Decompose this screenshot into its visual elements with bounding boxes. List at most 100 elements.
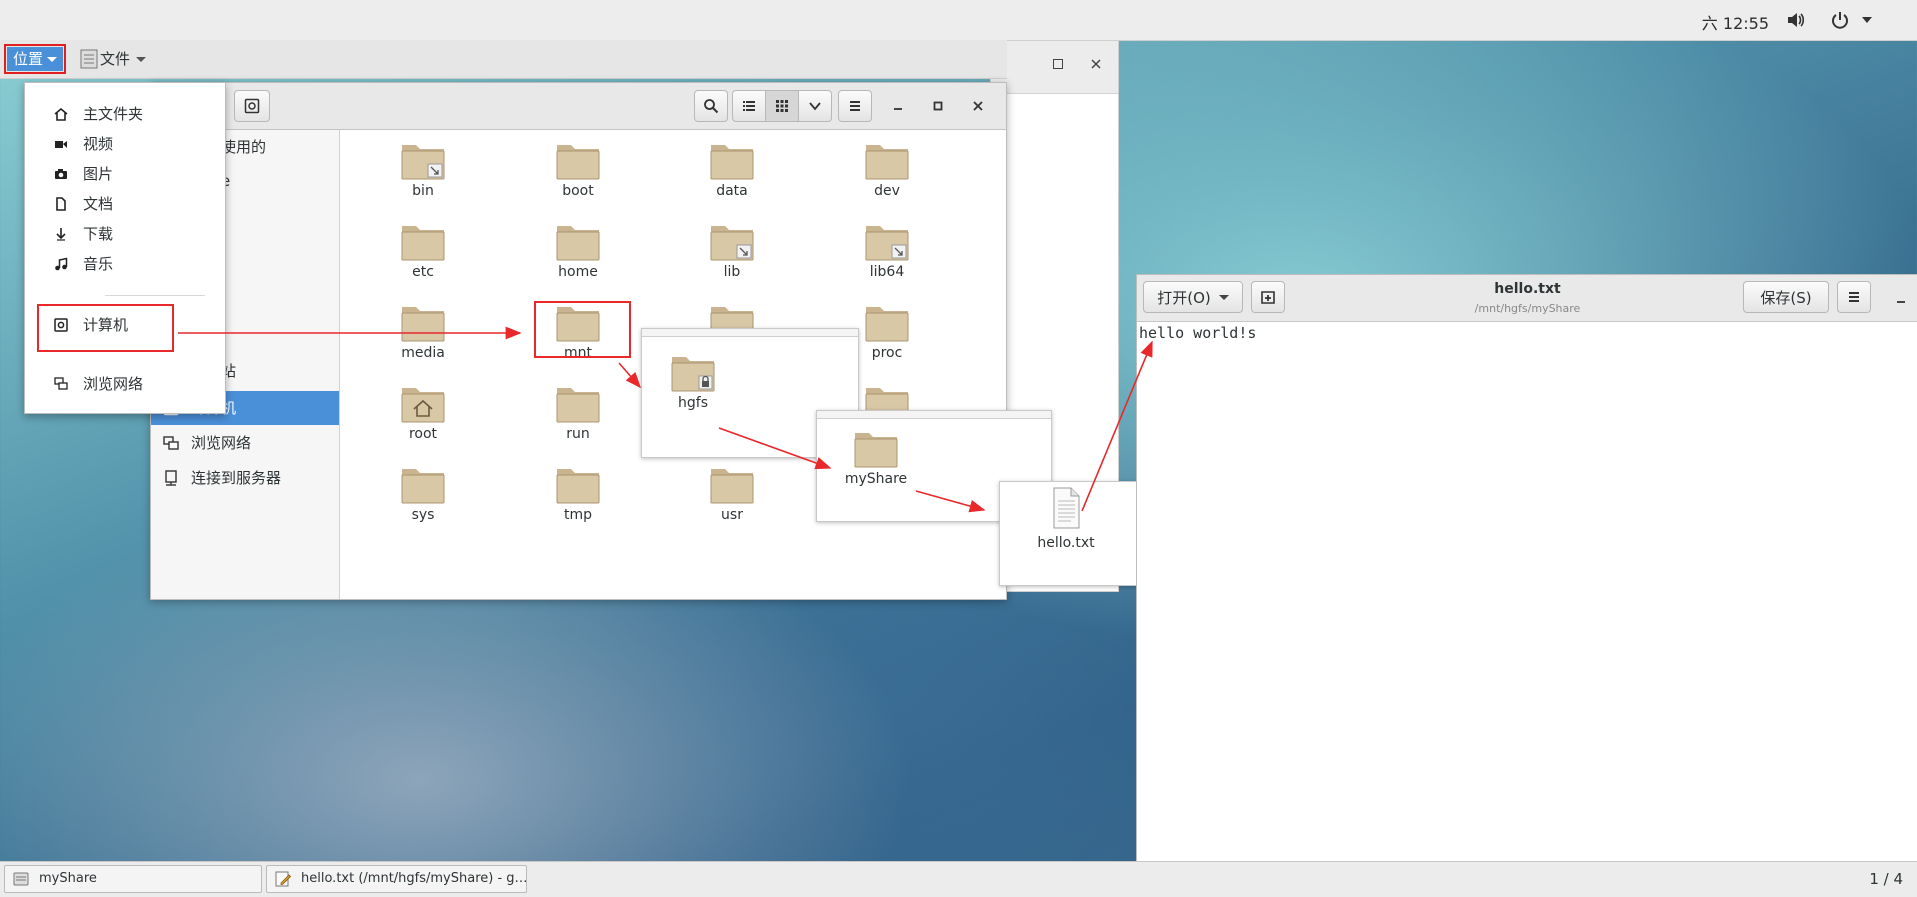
menu-item-label: 主文件夹 <box>83 105 144 123</box>
sidebar-item-browse-network[interactable]: 浏览网络 <box>151 426 339 460</box>
task-label: hello.txt (/mnt/hgfs/myShare) - g… <box>301 871 527 886</box>
folder-label: etc <box>412 264 434 280</box>
folder-label: bin <box>412 183 434 199</box>
power-icon[interactable] <box>1829 9 1851 31</box>
places-menu-label: 位置 <box>13 50 44 68</box>
folder-icon <box>401 307 445 342</box>
folder-item[interactable]: root <box>383 382 463 442</box>
popup-border <box>817 411 1051 419</box>
folder-item[interactable]: etc <box>383 220 463 280</box>
folder-icon <box>556 469 600 504</box>
video-icon <box>55 141 67 148</box>
menu-item-label: 视频 <box>83 135 114 153</box>
folder-item[interactable]: boot <box>538 139 618 199</box>
folder-label: proc <box>871 345 903 361</box>
computer-icon <box>244 98 260 114</box>
files-menu-button[interactable]: 文件 <box>78 47 147 71</box>
folder-label: data <box>716 183 748 199</box>
folder-item[interactable]: usr <box>692 463 772 523</box>
folder-icon <box>401 145 445 180</box>
folder-item[interactable]: sys <box>383 463 463 523</box>
close-icon[interactable] <box>1090 58 1102 70</box>
task-hello-txt[interactable]: hello.txt (/mnt/hgfs/myShare) - g… <box>266 865 527 893</box>
folder-item[interactable]: run <box>538 382 618 442</box>
folder-icon <box>710 469 754 504</box>
text-file-icon <box>1053 487 1080 529</box>
menu-item-music[interactable]: 音乐 <box>25 249 225 279</box>
folder-icon <box>556 226 600 261</box>
view-options-button[interactable] <box>798 90 832 122</box>
file-item-hello-txt[interactable]: hello.txt <box>1026 487 1106 551</box>
folder-label: run <box>566 426 590 442</box>
folder-icon <box>865 145 909 180</box>
menu-button[interactable] <box>838 90 872 122</box>
folder-item[interactable]: dev <box>847 139 927 199</box>
maximize-icon[interactable] <box>1053 59 1063 69</box>
folder-icon <box>854 433 898 468</box>
menu-item-label: 文档 <box>83 195 114 213</box>
location-computer-button[interactable] <box>234 90 270 122</box>
folder-label: boot <box>562 183 594 199</box>
highlight-mnt-folder <box>534 301 631 358</box>
clock[interactable]: 六 12:55 <box>1702 10 1769 34</box>
list-view-button[interactable] <box>732 90 766 122</box>
menu-item-downloads[interactable]: 下载 <box>25 219 225 249</box>
maximize-button[interactable] <box>926 94 950 118</box>
folder-item[interactable]: lib64 <box>847 220 927 280</box>
folder-item[interactable]: home <box>538 220 618 280</box>
sidebar-item-label: 连接到服务器 <box>191 469 282 487</box>
menu-item-home[interactable]: 主文件夹 <box>25 99 225 129</box>
folder-item-myshare[interactable]: myShare <box>836 427 916 487</box>
folder-item[interactable]: data <box>692 139 772 199</box>
menu-item-videos[interactable]: 视频 <box>25 129 225 159</box>
chevron-down-icon[interactable] <box>1861 15 1873 25</box>
menu-item-label: 音乐 <box>83 255 114 273</box>
menu-item-browse-network[interactable]: 浏览网络 <box>25 369 225 399</box>
document-icon <box>56 197 66 211</box>
folder-label: lib <box>723 264 741 280</box>
folder-item-hgfs[interactable]: hgfs <box>653 351 733 411</box>
close-button[interactable] <box>966 94 990 118</box>
menu-item-pictures[interactable]: 图片 <box>25 159 225 189</box>
background-window-titlebar <box>991 41 1118 94</box>
chevron-down-icon <box>809 102 821 111</box>
folder-item[interactable]: lib <box>692 220 772 280</box>
workspace-indicator[interactable]: 1 / 4 <box>1869 862 1903 897</box>
hamburger-icon <box>850 101 860 111</box>
file-manager-headerbar <box>151 83 1006 130</box>
file-manager-icon <box>13 872 29 886</box>
folder-icon <box>401 469 445 504</box>
text-editor-window[interactable]: 打开(O) hello.txt /mnt/hgfs/myShare 保存(S) … <box>1136 274 1917 863</box>
text-editor-headerbar: 打开(O) hello.txt /mnt/hgfs/myShare 保存(S) <box>1137 275 1917 322</box>
files-menu-label: 文件 <box>100 50 131 68</box>
highlight-computer-menu-item <box>37 304 174 352</box>
folder-icon <box>865 226 909 261</box>
sidebar-item-connect-server[interactable]: 连接到服务器 <box>151 461 339 495</box>
folder-icon <box>710 145 754 180</box>
editor-menu-button[interactable] <box>1837 281 1871 313</box>
minimize-icon <box>1897 301 1905 303</box>
folder-item[interactable]: proc <box>847 301 927 361</box>
folder-label: sys <box>411 507 435 523</box>
minimize-button[interactable] <box>1889 287 1913 311</box>
folder-item[interactable]: media <box>383 301 463 361</box>
minimize-button[interactable] <box>886 94 910 118</box>
folder-item[interactable]: tmp <box>538 463 618 523</box>
folder-icon <box>710 226 754 261</box>
folder-label: root <box>408 426 438 442</box>
menu-item-documents[interactable]: 文档 <box>25 189 225 219</box>
task-label: myShare <box>39 871 97 886</box>
server-icon <box>165 470 177 486</box>
menu-separator <box>105 295 205 296</box>
camera-icon <box>55 169 67 179</box>
editor-text-area[interactable]: hello world!s <box>1139 324 1256 342</box>
save-button[interactable]: 保存(S) <box>1743 281 1829 313</box>
task-myshare[interactable]: myShare <box>4 865 262 893</box>
list-icon <box>743 101 755 111</box>
grid-view-button[interactable] <box>765 90 799 122</box>
folder-item[interactable]: bin <box>383 139 463 199</box>
search-button[interactable] <box>694 90 728 122</box>
places-menu-button[interactable]: 位置 <box>4 44 66 74</box>
folder-label: myShare <box>844 471 908 487</box>
volume-icon[interactable] <box>1785 9 1807 31</box>
